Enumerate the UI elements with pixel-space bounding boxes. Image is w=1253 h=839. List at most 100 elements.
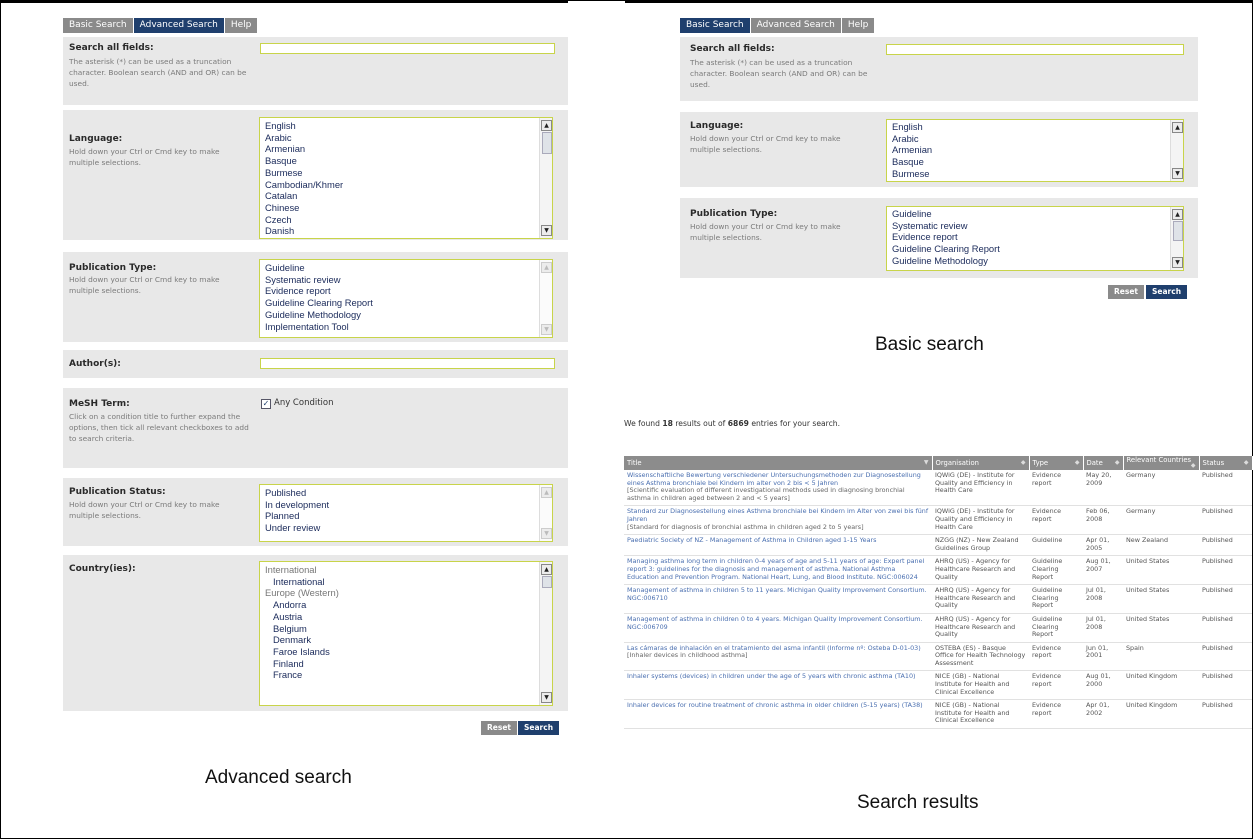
pubtype-option[interactable]: Guideline <box>887 208 1183 220</box>
adv-authors-input[interactable] <box>260 358 555 369</box>
row-title[interactable]: Management of asthma in children 0 to 4 … <box>624 613 932 643</box>
scroll-up-arrow-icon[interactable]: ▲ <box>1172 209 1183 220</box>
scroll-thumb[interactable] <box>542 576 552 588</box>
language-option[interactable]: Burmese <box>260 167 552 179</box>
language-option[interactable]: English <box>260 120 552 132</box>
basic-pubtype-select[interactable]: Guideline Systematic review Evidence rep… <box>886 206 1184 271</box>
row-title[interactable]: Standard zur Diagnosestellung eines Asth… <box>624 505 932 536</box>
row-title[interactable]: Wissenschaftliche Bewertung verschiedene… <box>624 470 932 507</box>
basic-search-all-input[interactable] <box>886 44 1184 55</box>
row-title[interactable]: Management of asthma in children 5 to 11… <box>624 584 932 614</box>
language-option[interactable]: Arabic <box>260 132 552 144</box>
pubtype-option[interactable]: Systematic review <box>887 220 1183 232</box>
adv-language-scrollbar[interactable]: ▲ ▼ <box>539 118 552 238</box>
scroll-thumb[interactable] <box>1173 221 1183 241</box>
language-option[interactable]: Czech <box>260 214 552 226</box>
country-option[interactable]: Finland <box>260 658 552 670</box>
scroll-down-arrow-icon[interactable]: ▼ <box>541 528 552 539</box>
adv-status-select[interactable]: Published In development Planned Under r… <box>259 484 553 542</box>
language-option[interactable]: Armenian <box>887 144 1183 156</box>
row-status: Published <box>1199 642 1252 672</box>
language-option[interactable]: Arabic <box>887 133 1183 145</box>
basic-search-button[interactable]: Search <box>1146 285 1188 299</box>
col-header-type[interactable]: Type ◆ <box>1029 456 1084 470</box>
any-condition-checkbox[interactable]: ✓ <box>261 399 271 409</box>
pubtype-option[interactable]: Guideline <box>260 262 552 274</box>
pubtype-option[interactable]: Evidence report <box>260 285 552 297</box>
adv-pubtype-hint: Hold down your Ctrl or Cmd key to make m… <box>69 275 220 295</box>
col-header-countries[interactable]: Relevant Countries ◆ <box>1123 456 1200 470</box>
basic-pubtype-scrollbar[interactable]: ▲ ▼ <box>1170 207 1183 270</box>
adv-status-scrollbar[interactable]: ▲ ▼ <box>539 485 552 541</box>
adv-pubtype-scrollbar[interactable]: ▲ ▼ <box>539 260 552 337</box>
scroll-down-arrow-icon[interactable]: ▼ <box>541 692 552 703</box>
tab-basic-search[interactable]: Basic Search <box>63 18 133 33</box>
country-option[interactable]: France <box>260 669 552 681</box>
results-table: Title ▼ Organisation ◆ Type ◆ Date ◆ Relevan… <box>624 456 1253 730</box>
scroll-down-arrow-icon[interactable]: ▼ <box>541 324 552 335</box>
scroll-up-arrow-icon[interactable]: ▲ <box>541 487 552 498</box>
language-option[interactable]: Basque <box>260 155 552 167</box>
pubtype-option[interactable]: Guideline Methodology <box>887 255 1183 267</box>
scroll-up-arrow-icon[interactable]: ▲ <box>1172 122 1183 133</box>
language-option[interactable]: Armenian <box>260 143 552 155</box>
status-option[interactable]: Under review <box>260 522 552 534</box>
row-title[interactable]: Inhaler devices for routine treatment of… <box>624 699 932 730</box>
tab-help[interactable]: Help <box>224 18 258 33</box>
col-header-title[interactable]: Title ▼ <box>624 456 933 470</box>
language-option[interactable]: English <box>887 121 1183 133</box>
country-option[interactable]: Austria <box>260 611 552 623</box>
adv-pubtype-select[interactable]: Guideline Systematic review Evidence rep… <box>259 259 553 338</box>
basic-reset-button[interactable]: Reset <box>1108 285 1144 299</box>
tab-basic-search[interactable]: Basic Search <box>680 18 750 33</box>
language-option[interactable]: Basque <box>887 156 1183 168</box>
adv-reset-button[interactable]: Reset <box>481 721 517 735</box>
adv-search-all-input[interactable] <box>260 43 555 54</box>
language-option[interactable]: Danish <box>260 225 552 237</box>
pubtype-option[interactable]: Guideline Clearing Report <box>260 297 552 309</box>
country-option[interactable]: Belgium <box>260 623 552 635</box>
row-title[interactable]: Managing asthma long term in children 0-… <box>624 555 932 586</box>
language-option[interactable]: Burmese <box>887 168 1183 180</box>
pubtype-option[interactable]: Implementation Tool <box>260 321 552 333</box>
tab-help[interactable]: Help <box>841 18 875 33</box>
language-option[interactable]: Catalan <box>260 190 552 202</box>
country-option[interactable]: Andorra <box>260 599 552 611</box>
adv-search-button[interactable]: Search <box>518 721 560 735</box>
adv-countries-scrollbar[interactable]: ▲ ▼ <box>539 562 552 705</box>
row-title[interactable]: Paediatric Society of NZ - Management of… <box>624 534 932 557</box>
col-header-date[interactable]: Date ◆ <box>1083 456 1124 470</box>
language-option[interactable]: Cambodian/Khmer <box>260 179 552 191</box>
basic-language-select[interactable]: English Arabic Armenian Basque Burmese ▲… <box>886 119 1184 182</box>
row-title[interactable]: Las cámaras de inhalación en el tratamie… <box>624 642 932 672</box>
basic-language-scrollbar[interactable]: ▲ ▼ <box>1170 120 1183 181</box>
scroll-up-arrow-icon[interactable]: ▲ <box>541 564 552 575</box>
country-option[interactable]: Denmark <box>260 634 552 646</box>
pubtype-option[interactable]: Evidence report <box>887 231 1183 243</box>
status-option[interactable]: Planned <box>260 510 552 522</box>
scroll-down-arrow-icon[interactable]: ▼ <box>1172 257 1183 268</box>
pubtype-option[interactable]: Guideline Methodology <box>260 309 552 321</box>
status-option[interactable]: Published <box>260 487 552 499</box>
adv-countries-select[interactable]: International International Europe (West… <box>259 561 553 706</box>
scroll-thumb[interactable] <box>542 132 552 154</box>
country-option[interactable]: Faroe Islands <box>260 646 552 658</box>
row-date: Jun 01, 2001 <box>1083 642 1123 672</box>
sort-desc-icon: ▼ <box>923 459 929 466</box>
country-option[interactable]: International <box>260 576 552 588</box>
pubtype-option[interactable]: Systematic review <box>260 274 552 286</box>
row-title[interactable]: Inhaler systems (devices) in children un… <box>624 670 932 701</box>
col-header-organisation[interactable]: Organisation ◆ <box>932 456 1030 470</box>
status-option[interactable]: In development <box>260 499 552 511</box>
col-header-status[interactable]: Status ◆ <box>1199 456 1253 470</box>
scroll-up-arrow-icon[interactable]: ▲ <box>541 262 552 273</box>
tab-advanced-search[interactable]: Advanced Search <box>133 18 224 33</box>
tab-advanced-search[interactable]: Advanced Search <box>750 18 841 33</box>
row-status: Published <box>1199 584 1252 614</box>
scroll-down-arrow-icon[interactable]: ▼ <box>1172 168 1183 179</box>
pubtype-option[interactable]: Guideline Clearing Report <box>887 243 1183 255</box>
language-option[interactable]: Chinese <box>260 202 552 214</box>
adv-language-select[interactable]: English Arabic Armenian Basque Burmese C… <box>259 117 553 239</box>
scroll-down-arrow-icon[interactable]: ▼ <box>541 225 552 236</box>
scroll-up-arrow-icon[interactable]: ▲ <box>541 120 552 131</box>
